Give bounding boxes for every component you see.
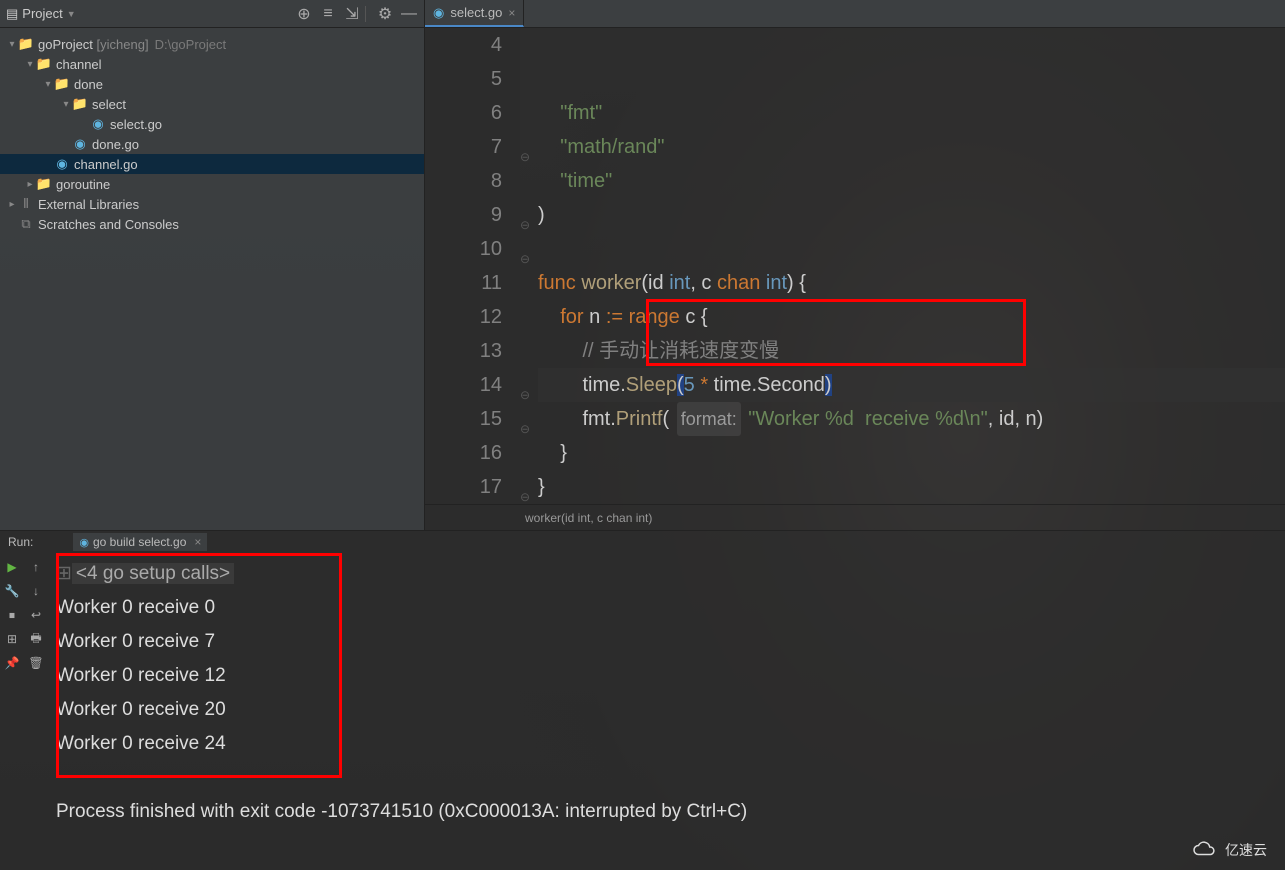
- tree-row-select-go[interactable]: ◉select.go: [0, 114, 424, 134]
- rerun-icon[interactable]: ▶: [4, 559, 20, 575]
- sidebar-header: ▤ Project ▼ ⊕ ≡ ⇲ ⚙ —: [0, 0, 424, 28]
- tree-row-done-go[interactable]: ◉done.go: [0, 134, 424, 154]
- locate-icon[interactable]: ⊕: [295, 5, 313, 23]
- expand-icon[interactable]: ≡: [319, 5, 337, 23]
- up-icon[interactable]: ↑: [28, 559, 44, 575]
- code-editor[interactable]: 4567891011121314151617 ⊖⊖⊖⊖⊖⊖ "fmt" "mat…: [425, 28, 1285, 504]
- run-toolbar-left: ▶ 🔧 ⏹ ⊞ 📌: [0, 553, 24, 870]
- layout-icon[interactable]: ⊞: [4, 631, 20, 647]
- tab-close-icon[interactable]: ×: [194, 535, 201, 549]
- tree-row-external-libraries[interactable]: ▸⫴External Libraries: [0, 194, 424, 214]
- fold-column[interactable]: ⊖⊖⊖⊖⊖⊖: [520, 28, 538, 504]
- wrench-icon[interactable]: 🔧: [4, 583, 20, 599]
- settings-icon[interactable]: ⚙: [376, 5, 394, 23]
- tab-close-icon[interactable]: ×: [508, 6, 515, 20]
- breadcrumb[interactable]: worker(id int, c chan int): [425, 504, 1285, 530]
- tab-select-go[interactable]: ◉ select.go ×: [425, 0, 524, 27]
- minimize-icon[interactable]: —: [400, 5, 418, 23]
- project-sidebar: ▤ Project ▼ ⊕ ≡ ⇲ ⚙ — ▾📁goProject [yiche…: [0, 0, 425, 530]
- red-annotation-code: [646, 299, 1026, 366]
- run-label: Run:: [8, 535, 33, 549]
- editor-tabs: ◉ select.go ×: [425, 0, 1285, 28]
- tree-row-channel[interactable]: ▾📁channel: [0, 54, 424, 74]
- tree-row-goproject[interactable]: ▾📁goProject [yicheng]D:\goProject: [0, 34, 424, 54]
- cloud-icon: [1191, 840, 1221, 860]
- red-annotation-console: [56, 553, 342, 778]
- tree-row-goroutine[interactable]: ▸📁goroutine: [0, 174, 424, 194]
- print-icon[interactable]: 🖶: [28, 631, 44, 647]
- run-toolbar-right: ↑ ↓ ↩ 🖶 🗑: [24, 553, 48, 870]
- run-tab[interactable]: ◉ go build select.go ×: [73, 533, 207, 551]
- collapse-icon[interactable]: ⇲: [343, 5, 361, 23]
- dropdown-icon: ▼: [67, 9, 76, 19]
- down-icon[interactable]: ↓: [28, 583, 44, 599]
- project-icon: ▤: [6, 6, 18, 22]
- wrap-icon[interactable]: ↩: [28, 607, 44, 623]
- project-tree[interactable]: ▾📁goProject [yicheng]D:\goProject▾📁chann…: [0, 28, 424, 240]
- tree-row-channel-go[interactable]: ◉channel.go: [0, 154, 424, 174]
- stop-icon[interactable]: ⏹: [4, 607, 20, 623]
- tree-row-select[interactable]: ▾📁select: [0, 94, 424, 114]
- editor-pane: ◉ select.go × 4567891011121314151617 ⊖⊖⊖…: [425, 0, 1285, 530]
- go-file-icon: ◉: [433, 5, 444, 21]
- pin-icon[interactable]: 📌: [4, 655, 20, 671]
- tree-row-scratches-and-consoles[interactable]: ⧉Scratches and Consoles: [0, 214, 424, 234]
- watermark: 亿速云: [1191, 840, 1267, 860]
- go-file-icon: ◉: [79, 536, 89, 549]
- line-gutter: 4567891011121314151617: [425, 28, 520, 504]
- sidebar-title[interactable]: ▤ Project ▼: [6, 6, 76, 22]
- tree-row-done[interactable]: ▾📁done: [0, 74, 424, 94]
- code-lines[interactable]: "fmt" "math/rand" "time")func worker(id …: [538, 28, 1285, 504]
- clear-icon[interactable]: 🗑: [28, 655, 44, 671]
